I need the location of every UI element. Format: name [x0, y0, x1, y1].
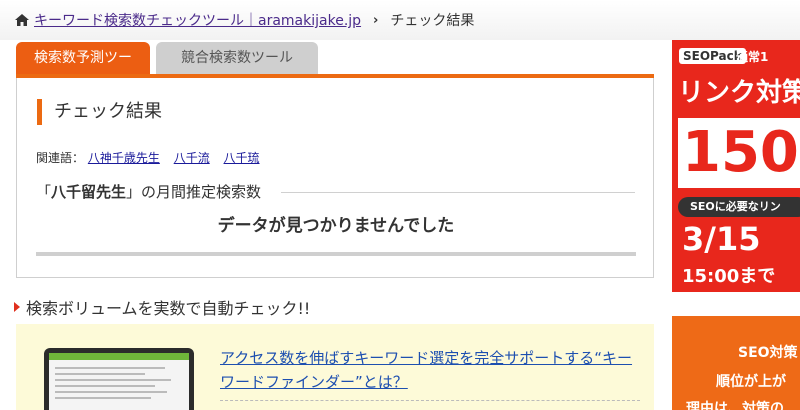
promo-box: アクセス数を伸ばすキーワード選定を完全サポートする“キーワードファインダー”とは… — [16, 324, 654, 410]
breadcrumb-home-link[interactable]: キーワード検索数チェックツール｜aramakijake.jp — [34, 10, 361, 30]
ad-big-number: 150 — [678, 118, 800, 188]
result-panel: チェック結果 関連語： 八神千歳先生 八千流 八千琉 「八千留先生」の月間推定検… — [16, 78, 654, 278]
section-title-text: 検索ボリュームを実数で自動チェック!! — [26, 299, 311, 318]
monthly-prefix: 「 — [36, 183, 52, 201]
monthly-suffix: 」の月間推定検索数 — [126, 183, 262, 201]
section-title: 検索ボリュームを実数で自動チェック!! — [14, 295, 310, 319]
tab-competitor[interactable]: 競合検索数ツール — [156, 42, 318, 74]
tab-search-volume[interactable]: 検索数予測ツール — [16, 42, 150, 98]
laptop-screenshot-image[interactable] — [44, 348, 194, 410]
monthly-volume-label: 「八千留先生」の月間推定検索数 — [36, 181, 261, 202]
related-term-link[interactable]: 八千琉 — [224, 151, 260, 165]
related-term-link[interactable]: 八千流 — [174, 151, 210, 165]
breadcrumb-separator: › — [373, 12, 379, 28]
monthly-keyword: 八千留先生 — [51, 183, 127, 201]
no-data-message: データが見つかりませんでした — [217, 216, 455, 236]
related-term-link[interactable]: 八神千歳先生 — [88, 151, 160, 165]
ad-line: 順位が上が — [716, 374, 786, 390]
ad-headline: リンク対策 — [678, 78, 800, 108]
related-label: 関連語： — [36, 151, 85, 165]
ad-time: 15:00まで — [682, 266, 776, 287]
home-icon[interactable] — [14, 13, 30, 27]
ad-line: 理由は、対策の — [686, 401, 784, 410]
laptop-screen — [49, 353, 189, 410]
breadcrumb: キーワード検索数チェックツール｜aramakijake.jp › チェック結果 — [14, 10, 474, 30]
keyword-finder-link[interactable]: アクセス数を伸ばすキーワード選定を完全サポートする“キーワードファインダー”とは… — [220, 346, 640, 394]
top-bar: キーワード検索数チェックツール｜aramakijake.jp › チェック結果 — [0, 0, 800, 40]
result-heading: チェック結果 — [37, 99, 162, 125]
related-terms: 関連語： 八神千歳先生 八千流 八千琉 — [36, 149, 270, 166]
seo-ad-banner[interactable]: SEO対策 順位が上が 理由は、対策の — [672, 316, 800, 410]
tool-tabs: 検索数予測ツール 競合検索数ツール — [16, 42, 324, 98]
result-bottom-bar — [36, 252, 636, 256]
ad-date: 3/15 — [682, 220, 761, 258]
breadcrumb-current: チェック結果 — [390, 13, 475, 29]
divider — [281, 192, 635, 193]
seopack-ad-banner[interactable]: SEOPack 通常1 リンク対策 150 SEOに必要なリン 3/15 15:… — [672, 40, 800, 292]
triangle-bullet-icon — [14, 302, 20, 312]
ad-line: SEO対策 — [738, 345, 798, 361]
ad-tag: 通常1 — [736, 50, 769, 64]
ad-strip: SEOに必要なリン — [678, 197, 800, 217]
promo-divider — [220, 400, 640, 401]
